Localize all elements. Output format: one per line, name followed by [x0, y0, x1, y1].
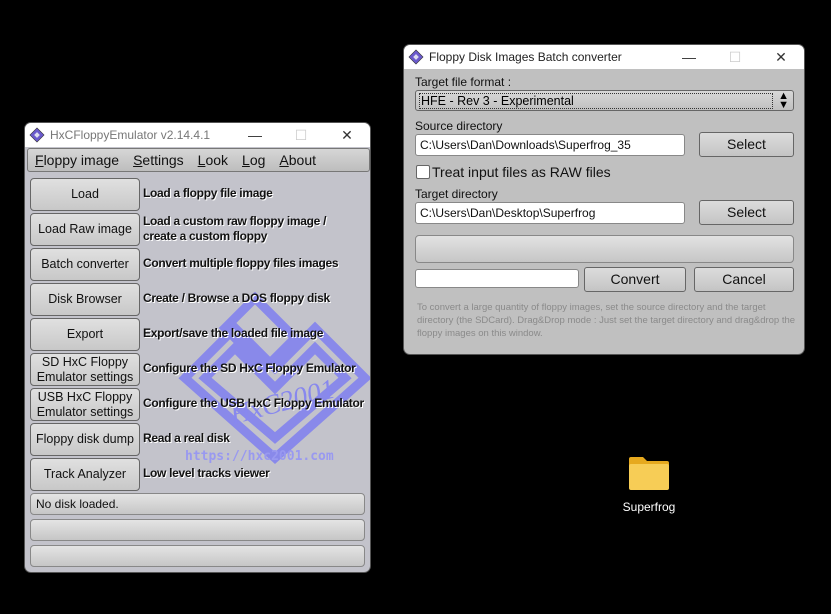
hxc-main-window: HxCFloppyEmulator v2.14.4.1 — ☐ ✕ Floppy… [25, 123, 370, 572]
batch-converter-window: Floppy Disk Images Batch converter — ☐ ✕… [404, 45, 804, 354]
progress-bar [415, 235, 794, 263]
batch-converter-desc: Convert multiple floppy files images [143, 256, 339, 270]
raw-files-label: Treat input files as RAW files [432, 164, 611, 180]
folder-icon [629, 457, 669, 490]
help-text: To convert a large quantity of floppy im… [417, 302, 796, 339]
menu-about[interactable]: About [279, 152, 316, 168]
load-raw-desc: Load a custom raw floppy image / create … [143, 214, 327, 243]
minimize-button[interactable]: — [666, 49, 712, 65]
load-button[interactable]: Load [30, 178, 140, 211]
menu-floppy-image[interactable]: Floppy image [35, 152, 119, 168]
export-button[interactable]: Export [30, 318, 140, 351]
maximize-button[interactable]: ☐ [712, 49, 758, 66]
disk-browser-button[interactable]: Disk Browser [30, 283, 140, 316]
target-format-label: Target file format : [415, 75, 512, 89]
cancel-button[interactable]: Cancel [694, 267, 794, 292]
close-button[interactable]: ✕ [758, 49, 804, 66]
track-analyzer-button[interactable]: Track Analyzer [30, 458, 140, 491]
desktop-item-superfrog[interactable]: Superfrog [614, 455, 684, 514]
load-raw-image-button[interactable]: Load Raw image [30, 213, 140, 246]
target-format-select[interactable]: HFE - Rev 3 - Experimental ▲ ▼ [415, 90, 794, 111]
app-icon [408, 49, 424, 65]
floppy-disk-dump-button[interactable]: Floppy disk dump [30, 423, 140, 456]
menu-settings[interactable]: Settings [133, 152, 184, 168]
window-title: HxCFloppyEmulator v2.14.4.1 [50, 128, 211, 142]
title-bar[interactable]: Floppy Disk Images Batch converter — ☐ ✕ [404, 45, 804, 69]
desktop-item-label: Superfrog [622, 500, 676, 514]
sd-hxc-settings-desc: Configure the SD HxC Floppy Emulator [143, 361, 356, 375]
source-directory-input[interactable]: C:\Users\Dan\Downloads\Superfrog_35 [415, 134, 685, 156]
usb-hxc-settings-desc: Configure the USB HxC Floppy Emulator [143, 396, 364, 410]
batch-converter-button[interactable]: Batch converter [30, 248, 140, 281]
disk-browser-desc: Create / Browse a DOS floppy disk [143, 291, 330, 305]
sd-hxc-settings-button[interactable]: SD HxC Floppy Emulator settings [30, 353, 140, 386]
convert-button[interactable]: Convert [584, 267, 686, 292]
export-desc: Export/save the loaded file image [143, 326, 324, 340]
app-icon [29, 127, 45, 143]
status-line-2 [30, 519, 365, 541]
floppy-disk-dump-desc: Read a real disk [143, 431, 230, 445]
target-format-value: HFE - Rev 3 - Experimental [419, 93, 773, 109]
status-line-3 [30, 545, 365, 567]
title-bar[interactable]: HxCFloppyEmulator v2.14.4.1 — ☐ ✕ [25, 123, 370, 147]
target-directory-label: Target directory [415, 187, 498, 201]
status-line-1: No disk loaded. [30, 493, 365, 515]
source-select-button[interactable]: Select [699, 132, 794, 157]
raw-files-checkbox[interactable] [416, 165, 430, 179]
source-directory-label: Source directory [415, 119, 503, 133]
usb-hxc-settings-button[interactable]: USB HxC Floppy Emulator settings [30, 388, 140, 421]
menu-look[interactable]: Look [198, 152, 228, 168]
menu-bar: Floppy image Settings Look Log About [27, 148, 370, 172]
menu-log[interactable]: Log [242, 152, 265, 168]
window-title: Floppy Disk Images Batch converter [429, 50, 622, 64]
track-analyzer-desc: Low level tracks viewer [143, 466, 270, 480]
up-down-arrows-icon: ▲ ▼ [778, 90, 789, 111]
website-url: https://hxc2001.com [185, 449, 334, 464]
maximize-button[interactable]: ☐ [278, 127, 324, 144]
target-directory-input[interactable]: C:\Users\Dan\Desktop\Superfrog [415, 202, 685, 224]
minimize-button[interactable]: — [232, 127, 278, 143]
target-select-button[interactable]: Select [699, 200, 794, 225]
status-field [415, 269, 579, 288]
close-button[interactable]: ✕ [324, 127, 370, 144]
load-desc: Load a floppy file image [143, 186, 273, 200]
